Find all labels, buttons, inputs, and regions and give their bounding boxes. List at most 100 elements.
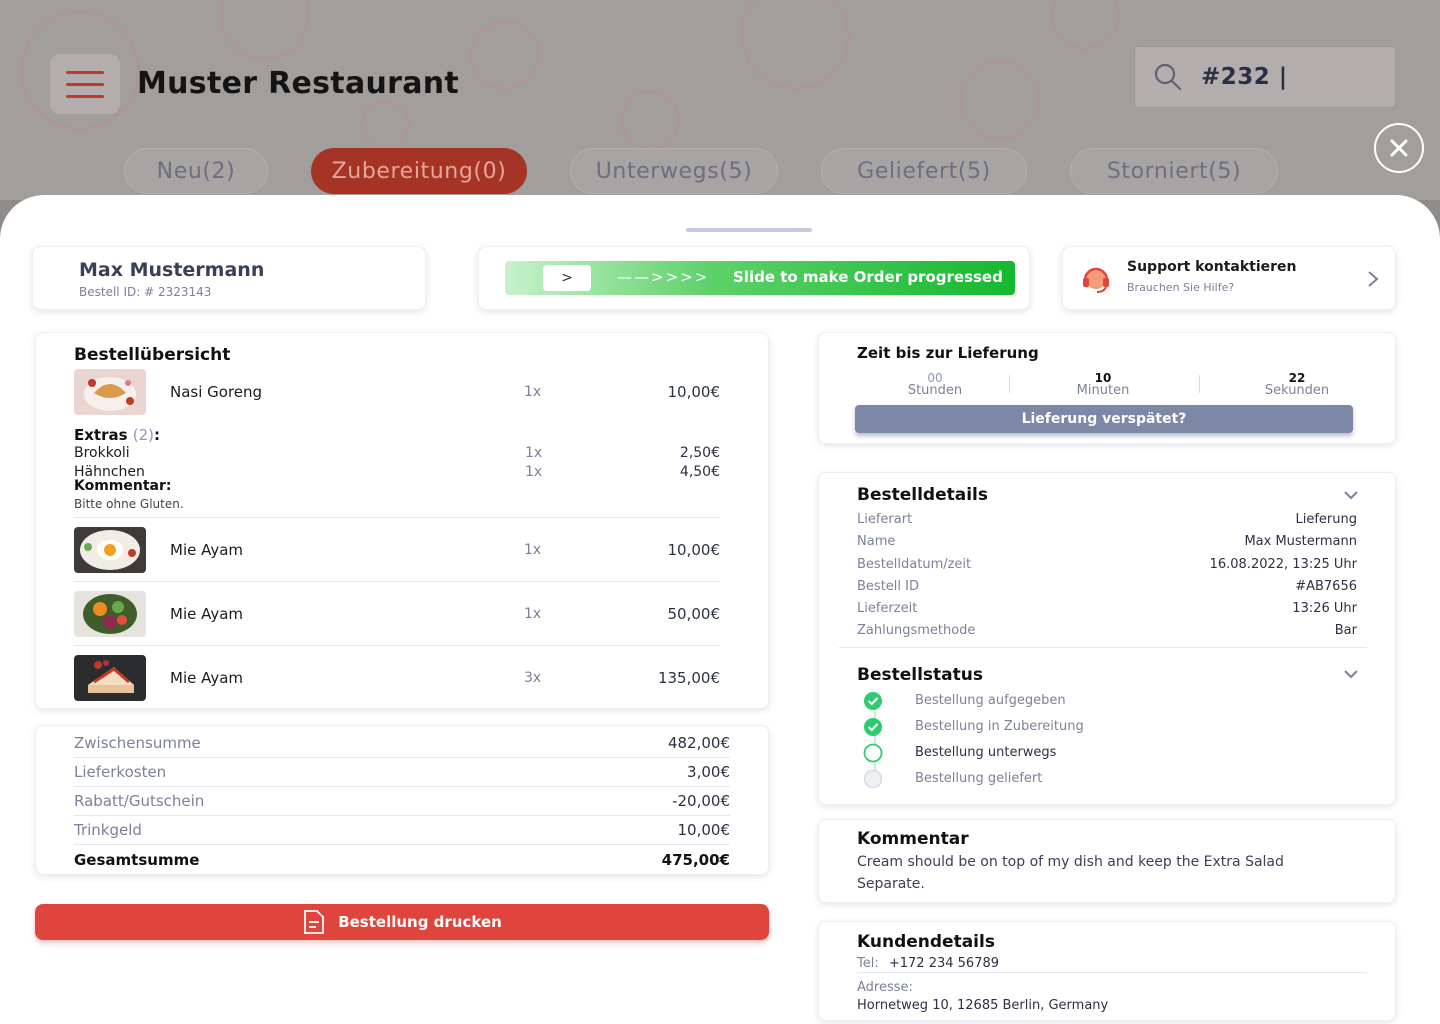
detail-value: Bar bbox=[1334, 623, 1357, 638]
countdown-separator bbox=[1199, 375, 1200, 393]
detail-key: Bestelldatum/zeit bbox=[857, 557, 972, 572]
tab-unterwegs[interactable]: Unterwegs(5) bbox=[570, 148, 778, 194]
delivery-time-card: Zeit bis zur Lieferung 00 Stunden 10 Min… bbox=[818, 332, 1396, 444]
order-id: Bestell ID: # 2323143 bbox=[79, 285, 212, 299]
phone-label: Tel: bbox=[857, 956, 879, 971]
item-divider bbox=[74, 581, 720, 582]
chevron-down-icon[interactable] bbox=[1343, 669, 1359, 679]
countdown-minutes: 10 Minuten bbox=[1053, 371, 1153, 397]
item-comment-label: Kommentar: bbox=[74, 478, 172, 494]
phone-number[interactable]: +172 234 56789 bbox=[889, 956, 999, 971]
close-button[interactable] bbox=[1374, 123, 1424, 173]
address-label: Adresse: bbox=[857, 980, 913, 995]
food-pattern-decoration bbox=[620, 90, 680, 150]
status-step: Bestellung unterwegs bbox=[863, 743, 1263, 765]
search-input-value[interactable]: #232 | bbox=[1201, 64, 1288, 90]
tab-storniert[interactable]: Storniert(5) bbox=[1070, 148, 1278, 194]
extra-name: Brokkoli bbox=[74, 445, 130, 461]
status-step: Bestellung geliefert bbox=[863, 769, 1263, 791]
item-name: Mie Ayam bbox=[170, 605, 244, 623]
section-divider bbox=[857, 972, 1367, 973]
extras-colon: : bbox=[154, 426, 161, 444]
order-status-tabs: Neu(2) Zubereitung(0) Unterwegs(5) Gelie… bbox=[0, 148, 1440, 196]
item-name: Nasi Goreng bbox=[170, 383, 263, 401]
extra-quantity: 1x bbox=[525, 445, 543, 461]
delivery-late-button[interactable]: Lieferung verspätet? bbox=[855, 405, 1353, 433]
detail-row: Bestelldatum/zeit 16.08.2022, 13:25 Uhr bbox=[857, 557, 1357, 577]
support-subtitle: Brauchen Sie Hilfe? bbox=[1127, 281, 1235, 294]
print-order-label: Bestellung drucken bbox=[338, 913, 502, 931]
detail-key: Zahlungsmethode bbox=[857, 623, 976, 638]
extra-price: 2,50€ bbox=[679, 445, 720, 461]
detail-row: Lieferzeit 13:26 Uhr bbox=[857, 601, 1357, 621]
phone-row: Tel: +172 234 56789 bbox=[857, 956, 999, 971]
extra-quantity: 1x bbox=[525, 464, 543, 480]
food-image bbox=[74, 591, 146, 637]
status-step-label: Bestellung in Zubereitung bbox=[915, 719, 1084, 734]
food-pattern-decoration bbox=[220, 0, 310, 60]
menu-icon-line bbox=[66, 82, 104, 86]
status-step: Bestellung in Zubereitung bbox=[863, 717, 1263, 739]
detail-value: 13:26 Uhr bbox=[1292, 601, 1357, 616]
order-details-card: Bestelldetails Lieferart Lieferung Name … bbox=[818, 472, 1396, 805]
restaurant-title: Muster Restaurant bbox=[137, 66, 460, 101]
detail-key: Lieferzeit bbox=[857, 601, 918, 616]
tab-zubereitung[interactable]: Zubereitung(0) bbox=[311, 148, 527, 194]
delivery-cost-label: Lieferkosten bbox=[74, 763, 167, 781]
food-pattern-decoration bbox=[1050, 0, 1120, 50]
food-pattern-decoration bbox=[740, 0, 850, 90]
delivery-cost-row: Lieferkosten 3,00€ bbox=[74, 758, 730, 787]
extras-count: (2) bbox=[132, 426, 155, 444]
item-divider bbox=[74, 645, 720, 646]
food-pattern-decoration bbox=[360, 100, 410, 150]
customer-details-title: Kundendetails bbox=[857, 932, 995, 952]
support-card[interactable]: Support kontaktieren Brauchen Sie Hilfe? bbox=[1062, 246, 1396, 310]
item-divider bbox=[74, 517, 720, 518]
status-step-label: Bestellung aufgegeben bbox=[915, 693, 1066, 708]
order-detail-sheet: Max Mustermann Bestell ID: # 2323143 > —… bbox=[0, 195, 1440, 1024]
tab-neu[interactable]: Neu(2) bbox=[124, 148, 268, 194]
status-step-label: Bestellung geliefert bbox=[915, 771, 1043, 786]
item-quantity: 3x bbox=[524, 670, 542, 686]
detail-value: #AB7656 bbox=[1295, 579, 1357, 594]
item-quantity: 1x bbox=[524, 542, 542, 558]
delivery-time-title: Zeit bis zur Lieferung bbox=[857, 344, 1039, 362]
tab-geliefert[interactable]: Geliefert(5) bbox=[821, 148, 1027, 194]
menu-icon-line bbox=[66, 94, 104, 98]
detail-key: Lieferart bbox=[857, 512, 913, 527]
item-comment-text: Bitte ohne Gluten. bbox=[74, 497, 184, 511]
detail-row: Zahlungsmethode Bar bbox=[857, 623, 1357, 643]
status-title: Bestellstatus bbox=[857, 665, 983, 685]
chevron-down-icon[interactable] bbox=[1343, 490, 1359, 500]
grand-total-row: Gesamtsumme 475,00€ bbox=[74, 845, 730, 874]
subtotal-label: Zwischensumme bbox=[74, 734, 201, 752]
pending-step-circle-icon bbox=[863, 769, 883, 789]
slider-label: Slide to make Order progressed bbox=[733, 268, 1003, 286]
detail-row: Name Max Mustermann bbox=[857, 534, 1357, 554]
countdown-separator bbox=[1009, 375, 1010, 393]
comment-card: Kommentar Cream should be on top of my d… bbox=[818, 819, 1396, 903]
discount-row: Rabatt/Gutschein -20,00€ bbox=[74, 787, 730, 816]
food-pattern-decoration bbox=[470, 20, 540, 90]
check-circle-icon bbox=[864, 718, 882, 736]
slider-knob[interactable]: > bbox=[543, 265, 591, 291]
detail-value: 16.08.2022, 13:25 Uhr bbox=[1209, 557, 1357, 572]
detail-value: Lieferung bbox=[1295, 512, 1357, 527]
hamburger-menu-button[interactable] bbox=[50, 54, 120, 114]
order-overview-card: Bestellübersicht Nasi Goreng 1x 10,00€ E… bbox=[35, 332, 769, 709]
drag-handle[interactable] bbox=[686, 228, 812, 232]
details-title: Bestelldetails bbox=[857, 485, 988, 505]
discount-label: Rabatt/Gutschein bbox=[74, 792, 205, 810]
countdown-seconds: 22 Sekunden bbox=[1247, 371, 1347, 397]
extras-heading: Extras (2): bbox=[74, 426, 160, 444]
slider-card: > ——>>>> Slide to make Order progressed bbox=[478, 246, 1030, 310]
progress-order-slider[interactable]: > ——>>>> Slide to make Order progressed bbox=[505, 261, 1015, 295]
print-order-button[interactable]: Bestellung drucken bbox=[35, 904, 769, 940]
hours-label: Stunden bbox=[907, 383, 963, 398]
check-circle-icon bbox=[864, 692, 882, 710]
search-field[interactable]: #232 | bbox=[1134, 46, 1396, 108]
comment-text: Cream should be on top of my dish and ke… bbox=[857, 854, 1284, 892]
chevron-right-icon bbox=[1368, 271, 1379, 287]
countdown-hours: 00 Stunden bbox=[885, 371, 985, 397]
search-icon bbox=[1154, 63, 1182, 91]
